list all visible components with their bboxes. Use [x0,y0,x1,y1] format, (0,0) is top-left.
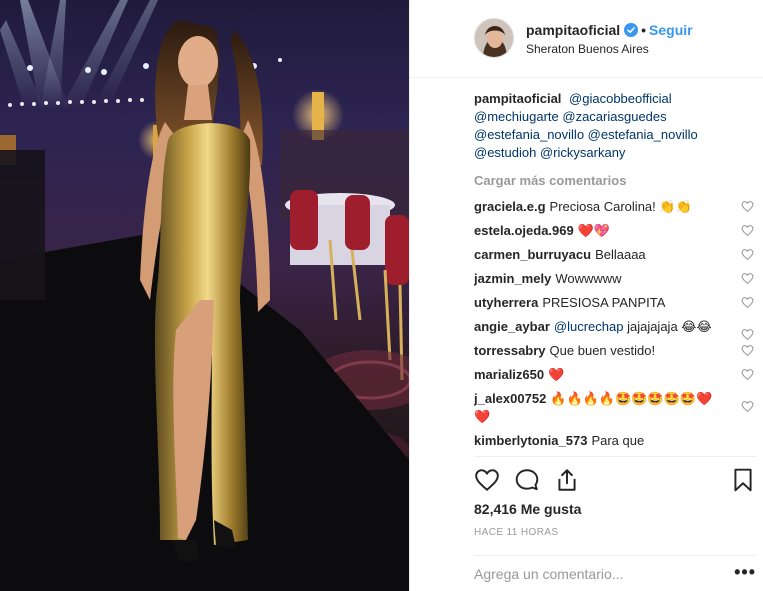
comment-username[interactable]: carmen_burruyacu [474,247,591,262]
comment-text: Bellaaaa [595,247,646,262]
heart-small-icon[interactable] [741,224,754,237]
comment-mention[interactable]: @lucrechap [554,319,624,334]
heart-small-icon[interactable] [741,296,754,309]
heart-small-icon[interactable] [741,368,754,381]
post-header: pampitaoficial • Seguir Sheraton Buenos A… [410,0,763,78]
heart-small-icon[interactable] [741,328,754,341]
photo-illustration [0,0,409,591]
comment-username[interactable]: angie_aybar [474,319,550,334]
more-options-button[interactable]: ••• [734,562,756,583]
comment-row: estela.ojeda.969 ❤️💖 [474,222,754,240]
heart-small-icon[interactable] [741,248,754,261]
likes-count[interactable]: 82,416 Me gusta [474,501,581,517]
post-actions: 82,416 Me gusta HACE 11 HORAS ••• [474,456,756,591]
post-caption: pampitaoficial @giacobbeofficial @mechiu… [474,90,754,162]
instagram-post-view: pampitaoficial • Seguir Sheraton Buenos A… [0,0,763,591]
comment-username[interactable]: jazmin_mely [474,271,551,286]
load-more-comments-button[interactable]: Cargar más comentarios [474,172,754,190]
comment-username[interactable]: estela.ojeda.969 [474,223,574,238]
post-timestamp: HACE 11 HORAS [474,527,559,538]
heart-small-icon[interactable] [741,200,754,213]
comment-row: torressabry Que buen vestido! [474,342,754,360]
heart-small-icon[interactable] [741,344,754,357]
comment-row: kimberlytonia_573 Para que [474,432,754,450]
caption-mention[interactable]: @rickysarkany [540,145,625,160]
heart-outline-icon[interactable] [474,467,500,493]
header-user-line: pampitaoficial • Seguir [526,22,693,38]
comment-username[interactable]: kimberlytonia_573 [474,433,587,448]
share-upload-icon[interactable] [554,467,580,493]
comment-row: carmen_burruyacu Bellaaaa [474,246,754,264]
comment-row: utyherrera PRESIOSA PANPITA [474,294,754,312]
comment-text: ❤️ [548,367,565,382]
avatar-image [475,19,513,57]
caption-mention[interactable]: @zacariasguedes [562,109,666,124]
comment-text: Que buen vestido! [549,343,656,358]
comment-text: Preciosa Carolina! 👏👏 [549,199,692,214]
comment-username[interactable]: graciela.e.g [474,199,546,214]
caption-mention[interactable]: @mechiugarte [474,109,559,124]
bookmark-icon[interactable] [730,467,756,493]
add-comment-input[interactable] [474,566,714,582]
username-link[interactable]: pampitaoficial [526,22,620,38]
avatar[interactable] [474,18,514,58]
verified-badge-icon [624,23,639,37]
caption-mention[interactable]: @estefania_novillo [588,127,698,142]
comment-text: ❤️💖 [577,223,611,238]
heart-small-icon[interactable] [741,400,754,413]
comment-row: marializ650 ❤️ [474,366,754,384]
post-side-panel: pampitaoficial • Seguir Sheraton Buenos A… [409,0,763,591]
follow-button[interactable]: Seguir [649,22,693,38]
location-link[interactable]: Sheraton Buenos Aires [526,42,649,56]
add-comment-bar: ••• [474,555,756,591]
comment-row: jazmin_mely Wowwwww [474,270,754,288]
separator-dot: • [641,22,647,38]
comment-row: graciela.e.g Preciosa Carolina! 👏👏 [474,198,754,216]
caption-mention[interactable]: @estefania_novillo [474,127,584,142]
comment-row: angie_aybar @lucrechap jajajajaja 😂😂 [474,318,754,341]
comment-text: PRESIOSA PANPITA [542,295,666,310]
post-photo[interactable] [0,0,409,591]
comment-bubble-icon[interactable] [514,467,540,493]
comment-username[interactable]: utyherrera [474,295,538,310]
comment-text: Wowwwww [555,271,622,286]
comments-list[interactable]: pampitaoficial @giacobbeofficial @mechiu… [474,90,754,456]
caption-mention[interactable]: @giacobbeofficial [569,91,672,106]
comment-text: jajajajaja 😂😂 [627,319,712,334]
comment-text: Para que [591,433,645,448]
comment-username[interactable]: marializ650 [474,367,544,382]
heart-small-icon[interactable] [741,272,754,285]
comment-row: j_alex00752 🔥🔥🔥🔥🤩🤩🤩🤩🤩❤️❤️ [474,390,754,426]
comment-username[interactable]: j_alex00752 [474,391,546,406]
comment-username[interactable]: torressabry [474,343,546,358]
caption-username[interactable]: pampitaoficial [474,91,561,106]
caption-mention[interactable]: @estudioh [474,145,536,160]
